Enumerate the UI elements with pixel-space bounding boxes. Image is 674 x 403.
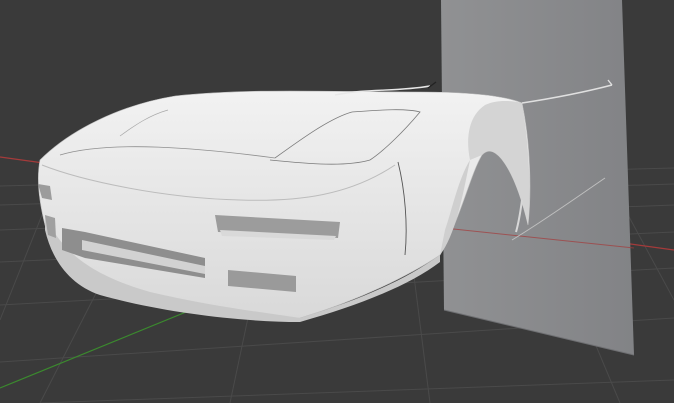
3d-viewport[interactable] [0,0,674,403]
viewport-canvas[interactable] [0,0,674,403]
